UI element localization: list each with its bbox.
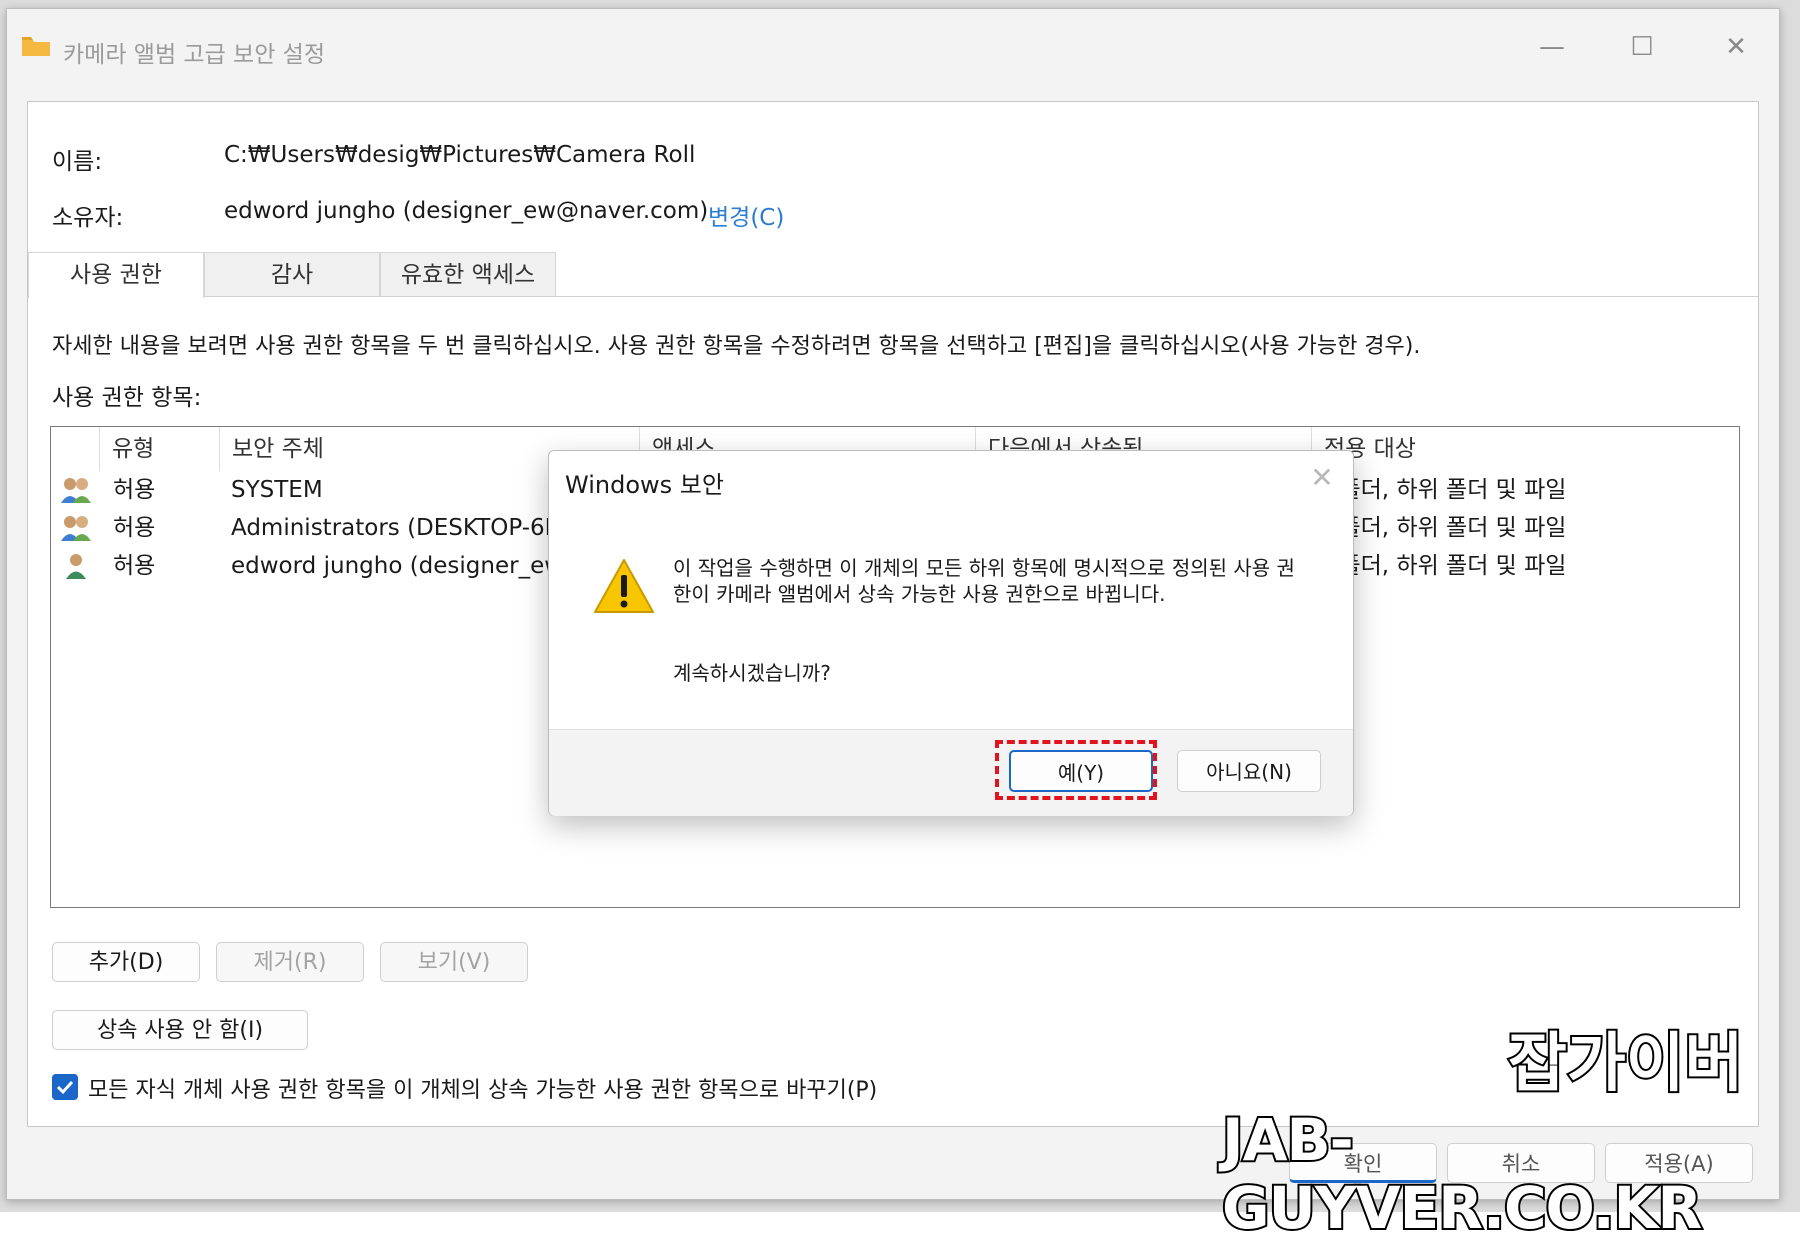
row-applies-to: 이 폴더, 하위 폴더 및 파일 bbox=[1311, 477, 1567, 503]
windows-security-dialog: Windows 보안 ✕ 이 작업을 수행하면 이 개체의 모든 하위 항목에 … bbox=[548, 450, 1354, 816]
window-title: 카메라 앨범 고급 보안 설정 bbox=[63, 42, 326, 68]
maximize-button[interactable]: ☐ bbox=[1617, 27, 1667, 67]
yes-button[interactable]: 예(Y) bbox=[1009, 750, 1153, 792]
tab-permissions[interactable]: 사용 권한 bbox=[28, 252, 204, 298]
warning-icon bbox=[594, 559, 654, 613]
group-users-icon bbox=[61, 516, 91, 541]
folder-icon bbox=[22, 37, 50, 56]
remove-button[interactable]: 제거(R) bbox=[216, 942, 364, 982]
name-value: C:₩Users₩desig₩Pictures₩Camera Roll bbox=[224, 142, 696, 168]
tab-auditing[interactable]: 감사 bbox=[204, 252, 380, 296]
add-button[interactable]: 추가(D) bbox=[52, 942, 200, 982]
row-type: 허용 bbox=[113, 477, 156, 503]
row-applies-to: 이 폴더, 하위 폴더 및 파일 bbox=[1311, 553, 1567, 579]
view-button[interactable]: 보기(V) bbox=[380, 942, 528, 982]
name-label: 이름: bbox=[52, 149, 103, 175]
dialog-question: 계속하시겠습니까? bbox=[673, 661, 831, 685]
permission-entries-label: 사용 권한 항목: bbox=[52, 385, 202, 411]
replace-child-permissions-label[interactable]: 모든 자식 개체 사용 권한 항목을 이 개체의 상속 가능한 사용 권한 항목… bbox=[88, 1072, 877, 1104]
row-type: 허용 bbox=[113, 553, 156, 579]
change-owner-link[interactable]: 변경(C) bbox=[708, 198, 784, 232]
row-type: 허용 bbox=[113, 515, 156, 541]
close-button[interactable]: ✕ bbox=[1711, 27, 1761, 67]
column-type[interactable]: 유형 bbox=[99, 427, 219, 471]
owner-label: 소유자: bbox=[52, 205, 124, 231]
dialog-title: Windows 보안 bbox=[565, 471, 724, 499]
replace-child-permissions-checkbox[interactable] bbox=[52, 1074, 78, 1100]
owner-value: edword jungho (designer_ew@naver.com) bbox=[224, 198, 709, 224]
no-button[interactable]: 아니요(N) bbox=[1177, 750, 1321, 792]
user-icon bbox=[66, 554, 86, 579]
minimize-button[interactable]: — bbox=[1527, 27, 1577, 67]
disable-inheritance-button[interactable]: 상속 사용 안 함(I) bbox=[52, 1010, 308, 1050]
tab-bar: 사용 권한 감사 유효한 액세스 bbox=[28, 252, 1758, 298]
watermark-url: JAB-GUYVER.CO.KR bbox=[1220, 1104, 1704, 1242]
dialog-button-bar: 예(Y) 아니요(N) bbox=[549, 729, 1353, 816]
watermark-korean: 잡가이버 bbox=[1506, 1025, 1746, 1103]
title-bar[interactable]: 카메라 앨범 고급 보안 설정 — ☐ ✕ bbox=[7, 9, 1779, 79]
group-users-icon bbox=[61, 478, 91, 503]
instructions-text: 자세한 내용을 보려면 사용 권한 항목을 두 번 클릭하십시오. 사용 권한 … bbox=[52, 334, 1421, 359]
dialog-message: 이 작업을 수행하면 이 개체의 모든 하위 항목에 명시적으로 정의된 사용 … bbox=[673, 556, 1295, 606]
dialog-close-button[interactable]: ✕ bbox=[1305, 461, 1339, 495]
row-applies-to: 이 폴더, 하위 폴더 및 파일 bbox=[1311, 515, 1567, 541]
column-applies-to[interactable]: 적용 대상 bbox=[1311, 427, 1739, 471]
tab-effective-access[interactable]: 유효한 액세스 bbox=[380, 252, 556, 296]
